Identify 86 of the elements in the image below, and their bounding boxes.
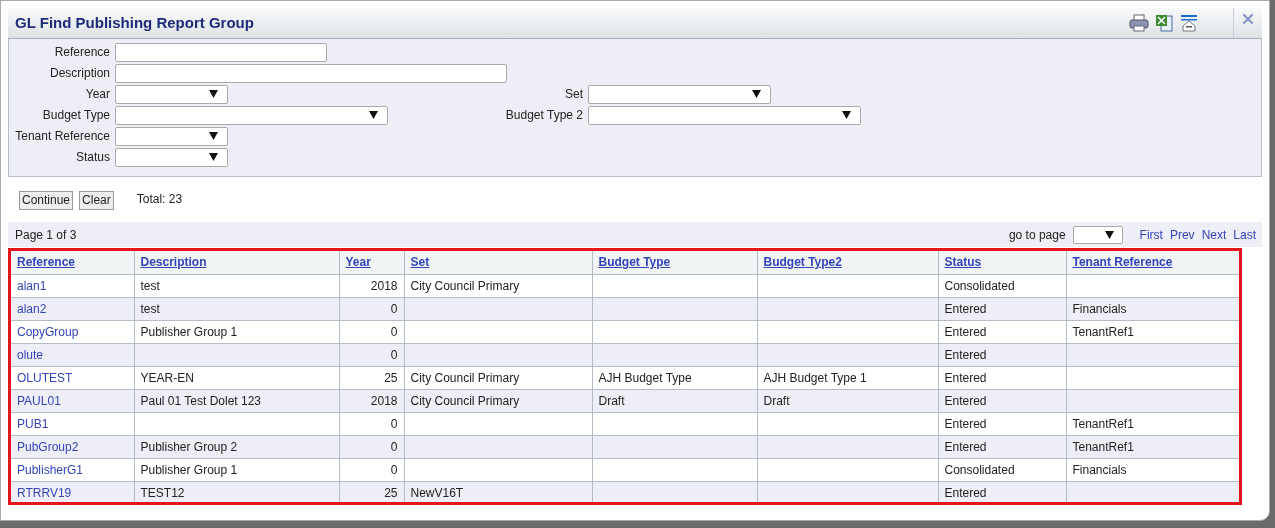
dropdown-arrow-icon [842,111,851,119]
table-cell: City Council Primary [410,393,520,408]
row-link[interactable]: alan1 [17,278,47,293]
table-cell: Entered [944,393,987,408]
page-info: Page 1 of 3 [15,226,77,244]
table-cell: 25 [384,370,398,385]
table-cell: 0 [390,347,398,362]
column-header-link[interactable]: Status [944,255,982,270]
page-dropdown[interactable] [1072,225,1123,244]
table-cell: Financials [1072,301,1127,316]
field-label: Status [74,149,111,166]
dropdown[interactable] [115,84,228,104]
table-cell: NewV16T [410,485,464,500]
dropdown-arrow-icon [209,132,218,140]
dropdown[interactable] [115,105,388,125]
table-cell: Entered [944,324,987,339]
table-cell: Draft [763,393,790,408]
table-cell: TEST12 [140,485,185,500]
table-cell: Entered [944,416,987,431]
dropdown[interactable] [588,105,861,125]
print-icon[interactable] [1129,14,1149,32]
table-cell: Draft [598,393,625,408]
table-cell: TenantRef1 [1072,439,1134,454]
pager-link[interactable]: Next [1201,225,1227,244]
table-cell: City Council Primary [410,370,520,385]
table-cell: test [140,278,160,293]
table-cell: AJH Budget Type [598,370,692,385]
table-cell: test [140,301,160,316]
table-cell: 0 [390,324,398,339]
dropdown-arrow-icon [752,90,761,98]
table-cell: 25 [384,485,398,500]
form-button[interactable]: Clear [79,190,114,210]
close-icon[interactable] [1242,13,1254,25]
table-cell: Consolidated [944,278,1015,293]
dropdown-arrow-icon [209,90,218,98]
dropdown[interactable] [588,84,771,104]
window-title: GL Find Publishing Report Group [15,12,254,33]
goto-label: go to page [1008,226,1066,244]
table-cell: 2018 [370,278,398,293]
field-label: Tenant Reference [14,128,111,145]
dropdown-arrow-icon [1104,230,1114,239]
table-cell: Publisher Group 1 [140,324,238,339]
table-cell: 0 [390,439,398,454]
form-button[interactable]: Continue [19,190,74,210]
pager-link[interactable]: Prev [1169,225,1195,244]
table-cell: Consolidated [944,462,1015,477]
table-cell: 0 [390,301,398,316]
field-label: Budget Type 2 [504,107,584,124]
table-cell: City Council Primary [410,278,520,293]
input-field[interactable] [115,42,327,62]
pager-link[interactable]: Last [1233,225,1256,244]
collapse-icon[interactable] [1181,14,1197,32]
table-cell: Entered [944,301,987,316]
dropdown[interactable] [115,126,228,146]
dropdown-arrow-icon [369,111,378,119]
table-cell: Entered [944,485,987,500]
field-label: Description [48,65,111,82]
pager-link[interactable]: First [1139,225,1163,244]
table-cell: 0 [390,416,398,431]
table-cell: Entered [944,439,987,454]
column-header-link[interactable]: Reference [17,255,76,270]
table-cell: Paul 01 Test Dolet 123 [140,393,262,408]
table-cell: Financials [1072,462,1127,477]
field-label: Set [564,86,584,103]
table-cell: TenantRef1 [1072,416,1134,431]
table-cell: AJH Budget Type 1 [763,370,867,385]
spreadsheet-icon[interactable] [1155,14,1173,32]
dropdown[interactable] [115,147,228,167]
table-cell: 2018 [370,393,398,408]
total-count: Total: 23 [136,191,183,208]
table-cell: 0 [390,462,398,477]
field-label: Year [84,86,111,103]
column-header-link[interactable]: Set [410,255,430,270]
row-link[interactable]: olute [17,347,44,362]
table-cell: Publisher Group 1 [140,462,238,477]
table-cell: YEAR-EN [140,370,194,385]
row-link[interactable]: PUB1 [17,416,49,431]
table-cell: Publisher Group 2 [140,439,238,454]
dropdown-arrow-icon [209,153,218,161]
input-field[interactable] [115,63,507,83]
field-label: Reference [53,44,111,61]
table-cell: Entered [944,347,987,362]
table-cell: TenantRef1 [1072,324,1134,339]
table-cell: Entered [944,370,987,385]
field-label: Budget Type [41,107,111,124]
row-link[interactable]: alan2 [17,301,47,316]
